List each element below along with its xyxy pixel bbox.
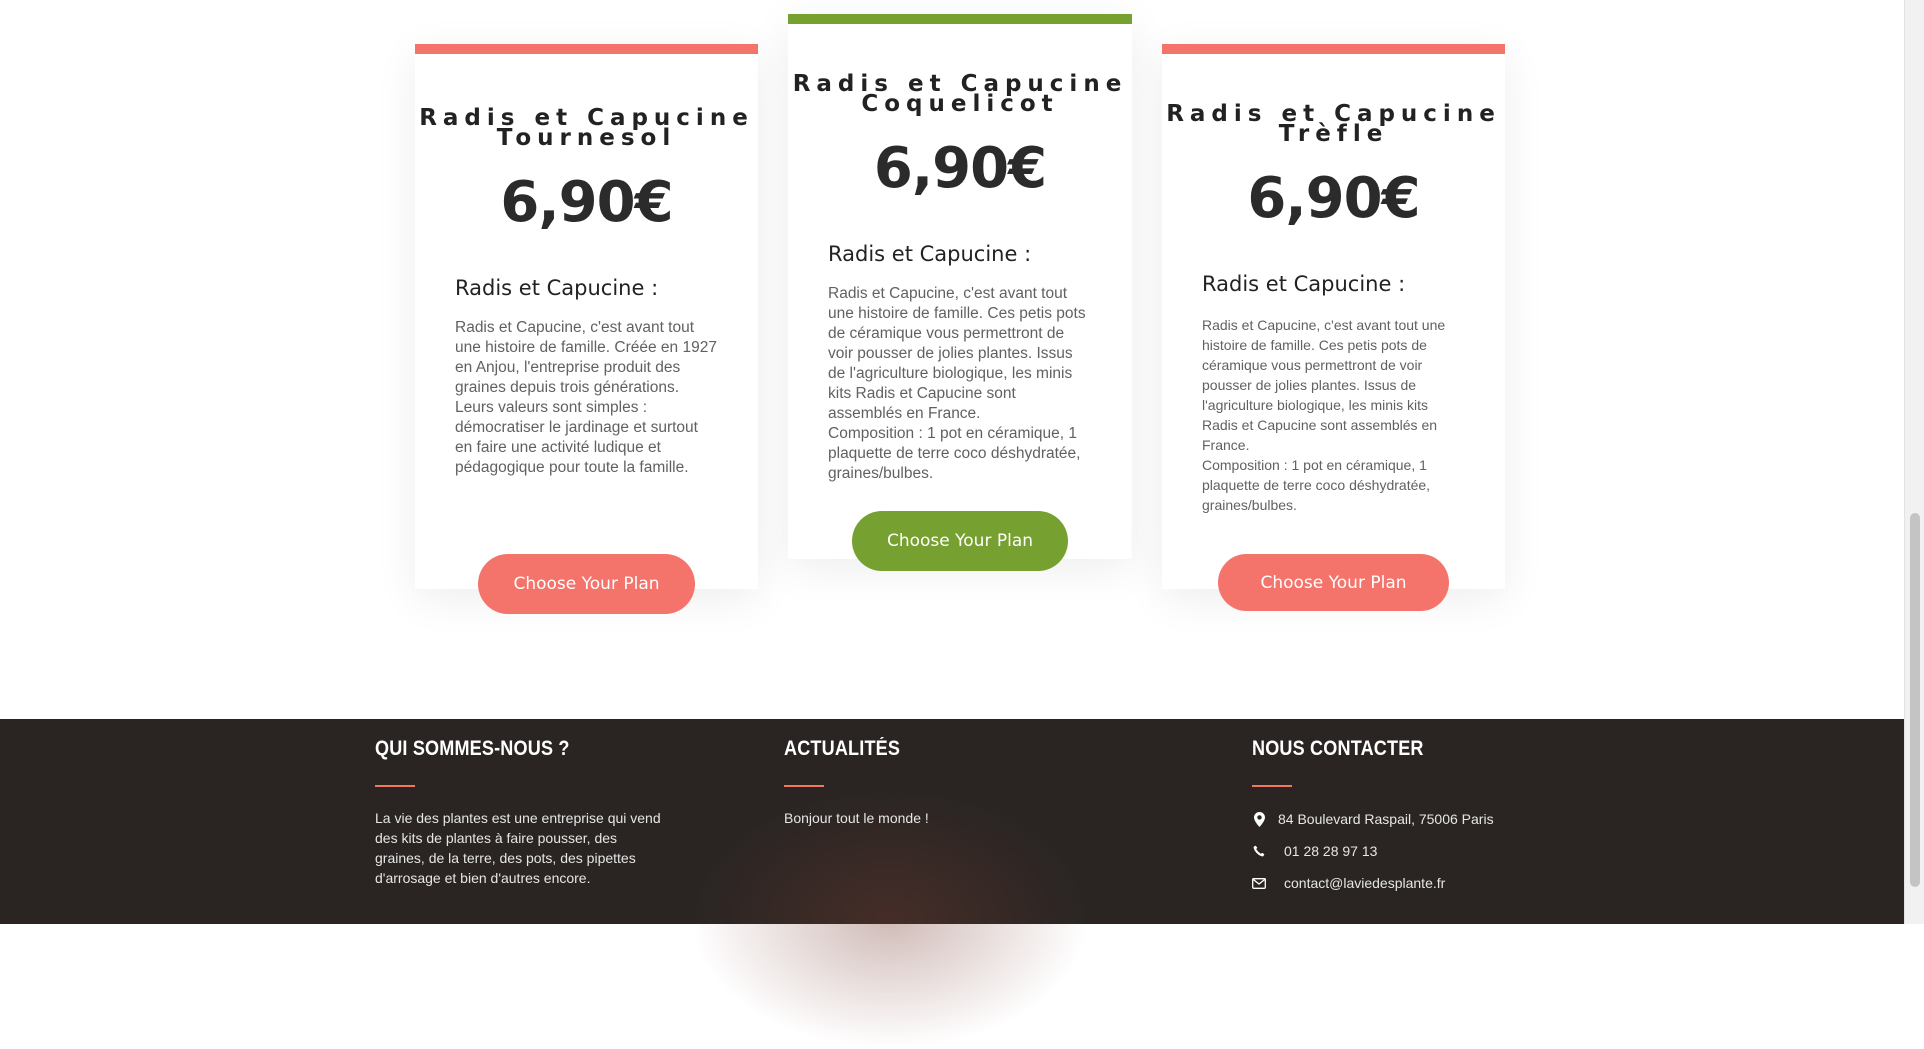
- footer-news-title: ACTUALITÉS: [784, 737, 901, 760]
- card-title: Radis et Capucine Coquelicot: [788, 73, 1132, 117]
- card-description: Radis et Capucine, c'est avant tout une …: [828, 285, 1086, 482]
- footer-about-line: d'arrosage et bien d'autres encore.: [375, 870, 591, 886]
- pricing-card-coquelicot: Radis et Capucine Coquelicot 6,90€ Radis…: [788, 14, 1132, 559]
- envelope-icon: [1252, 875, 1266, 891]
- footer-about-line: graines, de la terre, des pots, des pipe…: [375, 850, 636, 866]
- card-heading: Radis et Capucine :: [455, 276, 659, 300]
- card-accent-bar: [1162, 44, 1505, 54]
- card-description: Radis et Capucine, c'est avant tout une …: [455, 319, 717, 476]
- scrollbar-thumb[interactable]: [1910, 513, 1920, 887]
- footer-contact-title: NOUS CONTACTER: [1252, 737, 1424, 760]
- card-accent-bar: [788, 14, 1132, 24]
- footer-news-link[interactable]: Bonjour tout le monde !: [784, 808, 929, 828]
- footer-contact-address-row: 84 Boulevard Raspail, 75006 Paris: [1252, 809, 1494, 829]
- card-price: 6,90€: [1247, 166, 1420, 231]
- footer-contact-phone[interactable]: 01 28 28 97 13: [1284, 841, 1377, 861]
- card-price: 6,90€: [873, 136, 1047, 201]
- choose-plan-button-coquelicot[interactable]: Choose Your Plan: [852, 511, 1068, 571]
- card-heading: Radis et Capucine :: [828, 242, 1032, 266]
- footer-about-underline: [375, 785, 415, 787]
- footer-contact-email-row: contact@laviedesplante.fr: [1252, 873, 1445, 893]
- footer-contact-address: 84 Boulevard Raspail, 75006 Paris: [1278, 811, 1494, 827]
- footer-about-line: des kits de plantes à faire pousser, des: [375, 830, 618, 846]
- card-title-line2: Tournesol: [496, 125, 677, 151]
- card-price: 6,90€: [500, 170, 673, 235]
- footer-contact-phone-row: 01 28 28 97 13: [1252, 841, 1377, 861]
- footer-about-line: La vie des plantes est une entreprise qu…: [375, 810, 661, 826]
- card-title: Radis et Capucine Tournesol: [415, 107, 758, 151]
- card-accent-bar: [415, 44, 758, 54]
- phone-icon: [1252, 843, 1266, 859]
- site-footer: QUI SOMMES-NOUS ? La vie des plantes est…: [0, 719, 1904, 1049]
- footer-background-glow: [690, 789, 1090, 1049]
- footer-about-text: La vie des plantes est une entreprise qu…: [375, 808, 661, 888]
- map-pin-icon: [1252, 811, 1266, 827]
- pricing-section: Radis et Capucine Tournesol 6,90€ Radis …: [0, 0, 1904, 719]
- choose-plan-button-tournesol[interactable]: Choose Your Plan: [478, 554, 695, 614]
- card-title-line2: Trèfle: [1278, 121, 1389, 147]
- card-description: Radis et Capucine, c'est avant tout une …: [1202, 317, 1446, 513]
- card-heading: Radis et Capucine :: [1202, 272, 1406, 296]
- footer-contact-underline: [1252, 785, 1292, 787]
- choose-plan-button-trefle[interactable]: Choose Your Plan: [1218, 554, 1449, 611]
- card-title-line2: Coquelicot: [861, 91, 1059, 117]
- footer-contact-email[interactable]: contact@laviedesplante.fr: [1284, 873, 1445, 893]
- pricing-card-trefle: Radis et Capucine Trèfle 6,90€ Radis et …: [1162, 44, 1505, 589]
- footer-news-underline: [784, 785, 824, 787]
- card-title: Radis et Capucine Trèfle: [1162, 103, 1505, 147]
- footer-about-title: QUI SOMMES-NOUS ?: [375, 737, 570, 760]
- vertical-scrollbar[interactable]: [1904, 0, 1924, 924]
- pricing-card-tournesol: Radis et Capucine Tournesol 6,90€ Radis …: [415, 44, 758, 589]
